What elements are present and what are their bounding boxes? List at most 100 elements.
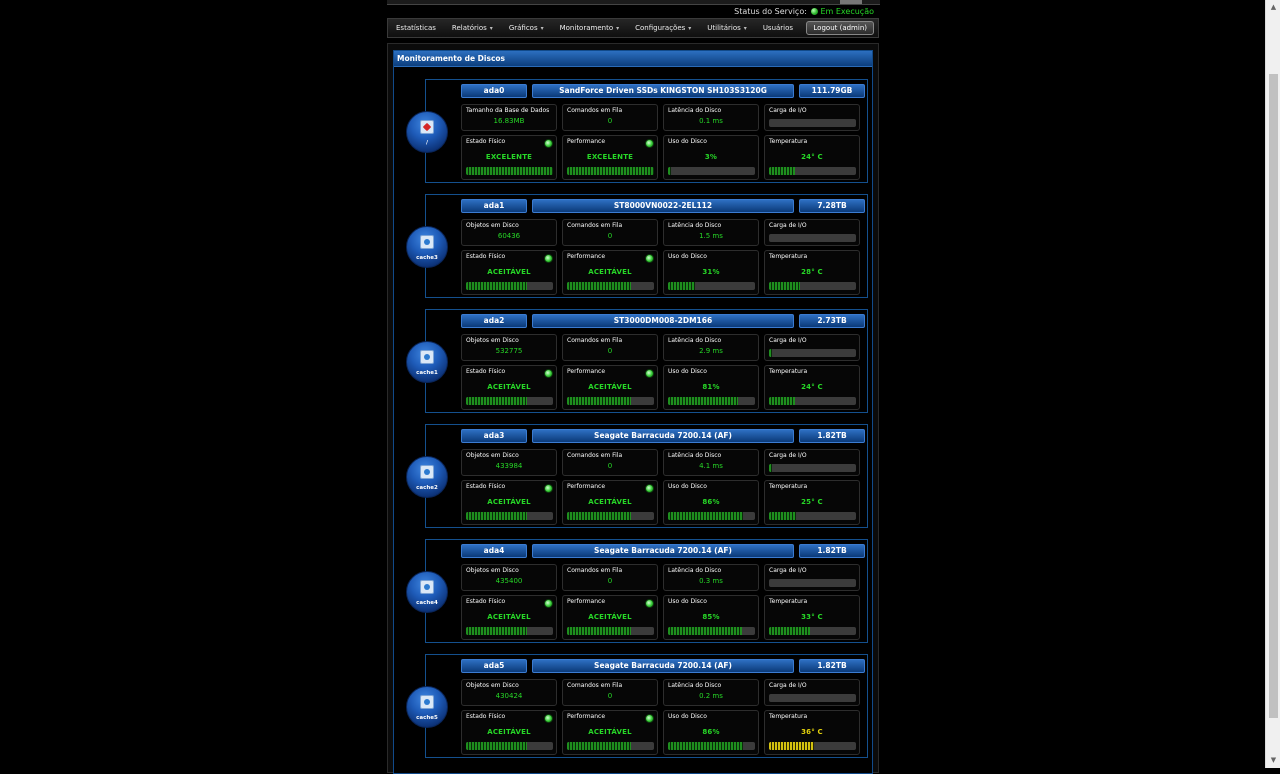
- performance-cell: Performance ACEITÁVEL: [562, 710, 658, 755]
- disk-objects-cell: Objetos em Disco 532775: [461, 334, 557, 361]
- latency-value: 0.3 ms: [699, 577, 723, 585]
- disk-model: Seagate Barracuda 7200.14 (AF): [532, 544, 794, 558]
- menu-item-6[interactable]: Usuários: [755, 19, 801, 37]
- disk-mount-label: cache4: [416, 600, 438, 606]
- menu-item-5[interactable]: Utilitários ▾: [699, 19, 755, 37]
- usage-label: Uso do Disco: [668, 483, 707, 490]
- performance-bar: [567, 742, 654, 750]
- status-led-icon: [645, 599, 654, 608]
- queue-value: 0: [607, 692, 613, 700]
- disk-model: Seagate Barracuda 7200.14 (AF): [532, 429, 794, 443]
- top-strip-knob: [840, 0, 862, 4]
- hdd-icon: [420, 580, 434, 594]
- menu-item-3[interactable]: Monitoramento ▾: [552, 19, 628, 37]
- scroll-down-arrow-icon[interactable]: ▼: [1266, 753, 1280, 768]
- disk-model: SandForce Driven SSDs KINGSTON SH103S312…: [532, 84, 794, 98]
- physical-value: ACEITÁVEL: [487, 268, 531, 276]
- physical-bar: [466, 742, 553, 750]
- io-load-cell: Carga de I/O: [764, 679, 860, 706]
- disk-orb[interactable]: cache4: [406, 571, 448, 613]
- disk-monitor-box: Monitoramento de Discos / ada0 SandForce D…: [393, 50, 873, 774]
- queue-label: Comandos em Fila: [567, 107, 623, 114]
- status-led-icon: [544, 139, 553, 148]
- menu-item-2[interactable]: Gráficos ▾: [501, 19, 552, 37]
- disk-mount-label: cache3: [416, 255, 438, 261]
- usage-label: Uso do Disco: [668, 253, 707, 260]
- latency-value: 2.9 ms: [699, 347, 723, 355]
- performance-bar: [567, 512, 654, 520]
- physical-fill: [466, 742, 527, 750]
- temperature-label: Temperatura: [769, 483, 808, 490]
- temperature-label: Temperatura: [769, 138, 808, 145]
- hdd-icon: [420, 695, 434, 709]
- performance-value: ACEITÁVEL: [588, 268, 632, 276]
- performance-fill: [567, 167, 654, 175]
- menu-item-1[interactable]: Relatórios ▾: [444, 19, 501, 37]
- usage-cell: Uso do Disco 86%: [663, 710, 759, 755]
- usage-bar: [668, 397, 755, 405]
- physical-bar: [466, 397, 553, 405]
- logout-button[interactable]: Logout (admin): [806, 21, 874, 35]
- performance-label: Performance: [567, 598, 606, 605]
- latency-label: Latência do Disco: [668, 337, 722, 344]
- physical-cell: Estado Físico ACEITÁVEL: [461, 480, 557, 525]
- performance-label: Performance: [567, 713, 606, 720]
- io-load-label: Carga de I/O: [769, 452, 807, 459]
- disk-card-ada2: cache1 ada2 ST3000DM008-2DM166 2.73TB Objeto…: [406, 309, 868, 413]
- disk-objects-cell: Objetos em Disco 433984: [461, 449, 557, 476]
- temperature-label: Temperatura: [769, 253, 808, 260]
- latency-cell: Latência do Disco 2.9 ms: [663, 334, 759, 361]
- status-running-icon: [811, 8, 819, 15]
- disk-card-ada4: cache4 ada4 Seagate Barracuda 7200.14 (AF)…: [406, 539, 868, 643]
- chevron-down-icon: ▾: [743, 25, 747, 32]
- disk-orb[interactable]: cache1: [406, 341, 448, 383]
- temperature-label: Temperatura: [769, 713, 808, 720]
- latency-label: Latência do Disco: [668, 452, 722, 459]
- io-load-label: Carga de I/O: [769, 337, 807, 344]
- physical-value: ACEITÁVEL: [487, 383, 531, 391]
- service-status-label: Status do Serviço:: [734, 7, 807, 16]
- latency-cell: Latência do Disco 1.5 ms: [663, 219, 759, 246]
- usage-value: 85%: [702, 613, 720, 621]
- usage-cell: Uso do Disco 31%: [663, 250, 759, 295]
- disk-orb[interactable]: cache2: [406, 456, 448, 498]
- queue-cell: Comandos em Fila 0: [562, 449, 658, 476]
- disk-orb[interactable]: cache5: [406, 686, 448, 728]
- physical-bar: [466, 627, 553, 635]
- icon-glyph: [424, 699, 430, 705]
- hdd-icon: [420, 465, 434, 479]
- disk-orb[interactable]: cache3: [406, 226, 448, 268]
- physical-value: ACEITÁVEL: [487, 613, 531, 621]
- page-scrollbar[interactable]: ▲ ▼: [1265, 0, 1280, 768]
- performance-bar: [567, 627, 654, 635]
- queue-value: 0: [607, 117, 613, 125]
- menu-item-4[interactable]: Configurações ▾: [627, 19, 699, 37]
- usage-fill: [668, 742, 743, 750]
- performance-fill: [567, 282, 631, 290]
- main-menu: Estatísticas Relatórios ▾ Gráficos ▾ Monitora…: [388, 19, 801, 37]
- disk-size: 1.82TB: [799, 544, 865, 558]
- chevron-down-icon: ▾: [616, 25, 620, 32]
- service-status-value: Em Execução: [820, 7, 874, 16]
- scrollbar-thumb[interactable]: [1269, 74, 1278, 718]
- io-load-label: Carga de I/O: [769, 682, 807, 689]
- usage-fill: [668, 627, 742, 635]
- disk-mount-label: cache1: [416, 370, 438, 376]
- status-led-icon: [544, 714, 553, 723]
- menu-item-0[interactable]: Estatísticas: [388, 19, 444, 37]
- physical-label: Estado Físico: [466, 138, 506, 145]
- io-load-cell: Carga de I/O: [764, 104, 860, 131]
- disk-orb[interactable]: /: [406, 111, 448, 153]
- io-load-label: Carga de I/O: [769, 567, 807, 574]
- physical-fill: [466, 627, 527, 635]
- temperature-value: 24° C: [801, 153, 823, 161]
- status-led-icon: [645, 139, 654, 148]
- physical-label: Estado Físico: [466, 368, 506, 375]
- usage-value: 3%: [704, 153, 718, 161]
- status-led-icon: [544, 599, 553, 608]
- performance-label: Performance: [567, 138, 606, 145]
- physical-cell: Estado Físico EXCELENTE: [461, 135, 557, 180]
- performance-label: Performance: [567, 253, 606, 260]
- scroll-up-arrow-icon[interactable]: ▲: [1266, 0, 1280, 15]
- queue-cell: Comandos em Fila 0: [562, 679, 658, 706]
